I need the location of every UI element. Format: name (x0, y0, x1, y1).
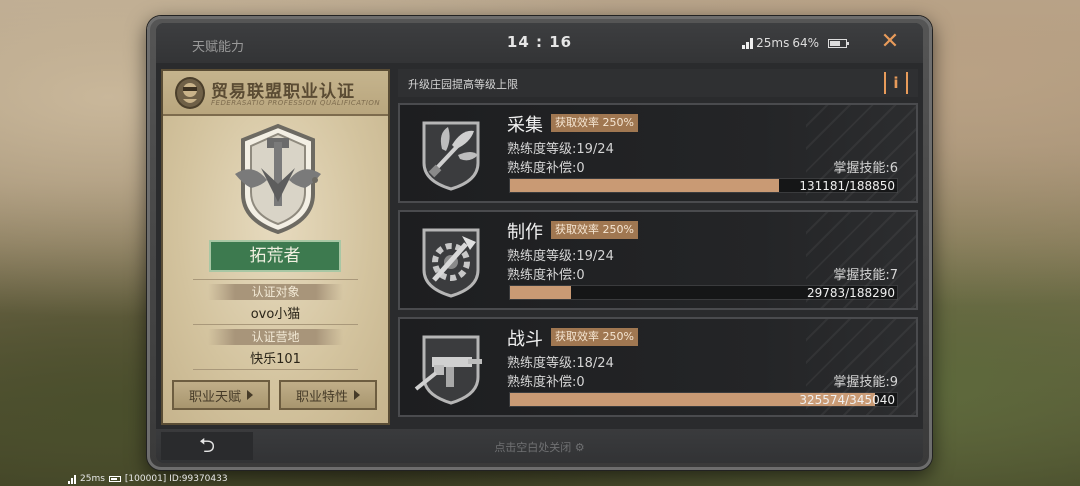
skill-progress-bar: 325574/345040 (509, 392, 898, 407)
divider (193, 369, 358, 370)
skill-card-gathering[interactable]: 采集 获取效率 250% 熟练度等级:19/24 熟练度补偿:0 掌握技能:6 … (398, 103, 918, 203)
battery-level: 64% (792, 36, 819, 50)
skill-level: 熟练度等级:19/24 (507, 249, 614, 264)
signal-icon (68, 474, 76, 484)
skill-progress-fill (510, 393, 876, 406)
skill-progress-fill (510, 286, 572, 299)
trait-button[interactable]: 职业特性 (279, 380, 377, 410)
skill-progress-text: 131181/188850 (799, 179, 895, 193)
system-network: 25ms (80, 474, 105, 484)
skill-progress-text: 29783/188290 (806, 286, 895, 300)
skill-level: 熟练度等级:18/24 (507, 356, 614, 371)
certificate-panel: 贸易联盟职业认证 FEDERASATIO PROFESSION QUALIFIC… (161, 69, 390, 425)
rank-title: 拓荒者 (209, 240, 341, 272)
skill-name: 制作 (507, 222, 543, 243)
skill-compensation: 熟练度补偿:0 (507, 161, 585, 176)
skill-card-combat[interactable]: 战斗 获取效率 250% 熟练度等级:18/24 熟练度补偿:0 掌握技能:9 … (398, 317, 918, 417)
certificate-header: 贸易联盟职业认证 FEDERASATIO PROFESSION QUALIFIC… (163, 71, 388, 116)
skill-mastery: 掌握技能:7 (833, 268, 898, 283)
device-frame: 天赋能力 14 : 16 25ms 64% ✕ 贸易联盟职业认证 FEDERAS… (147, 16, 932, 470)
pioneer-badge-icon (235, 123, 321, 234)
divider (193, 279, 358, 280)
close-hint: 点击空白处关闭 ⚙ (494, 441, 585, 454)
battery-icon (108, 476, 121, 482)
certificate-subtitle: FEDERASATIO PROFESSION QUALIFICATION (211, 99, 381, 107)
system-status-bar: 25ms [100001] ID:99370433 (68, 474, 228, 484)
upgrade-hint: 升级庄园提高等级上限 (408, 78, 518, 91)
combat-icon (414, 335, 482, 405)
divider (193, 324, 358, 325)
bottom-bar: ⮌ 点击空白处关闭 ⚙ (156, 429, 923, 463)
skills-header: 升级庄园提高等级上限 i (398, 69, 918, 97)
efficiency-badge: 获取效率 250% (551, 114, 638, 132)
info-icon[interactable]: i (884, 72, 908, 94)
top-bar: 天赋能力 14 : 16 25ms 64% ✕ (156, 23, 923, 63)
battery-icon (828, 38, 849, 48)
chevron-right-icon (247, 390, 253, 400)
skill-progress-fill (510, 179, 779, 192)
chevron-right-icon (354, 390, 360, 400)
close-icon[interactable]: ✕ (879, 31, 901, 53)
skill-level: 熟练度等级:19/24 (507, 142, 614, 157)
camp-label: 认证营地 (208, 329, 343, 345)
skill-compensation: 熟练度补偿:0 (507, 268, 585, 283)
skill-mastery: 掌握技能:6 (833, 161, 898, 176)
target-label: 认证对象 (208, 284, 343, 300)
crafting-icon (422, 228, 480, 298)
skill-progress-bar: 29783/188290 (509, 285, 898, 300)
signal-icon (742, 37, 754, 49)
certificate-body: 拓荒者 认证对象 ovo小猫 认证营地 快乐101 (163, 116, 388, 423)
talent-screen: 天赋能力 14 : 16 25ms 64% ✕ 贸易联盟职业认证 FEDERAS… (156, 23, 923, 463)
skill-compensation: 熟练度补偿:0 (507, 375, 585, 390)
efficiency-badge: 获取效率 250% (551, 328, 638, 346)
skill-progress-bar: 131181/188850 (509, 178, 898, 193)
efficiency-badge: 获取效率 250% (551, 221, 638, 239)
talent-button[interactable]: 职业天赋 (172, 380, 270, 410)
camp-value: 快乐101 (250, 352, 301, 367)
skill-name: 采集 (507, 115, 543, 136)
network-latency: 25ms (756, 36, 790, 50)
trait-button-label: 职业特性 (295, 389, 348, 405)
skill-name: 战斗 (507, 329, 543, 350)
skill-card-crafting[interactable]: 制作 获取效率 250% 熟练度等级:19/24 熟练度补偿:0 掌握技能:7 … (398, 210, 918, 310)
gathering-icon (422, 121, 480, 191)
system-info: [100001] ID:99370433 (124, 474, 228, 484)
alliance-emblem-icon (175, 77, 205, 109)
status-indicators: 25ms 64% (742, 36, 849, 50)
skill-mastery: 掌握技能:9 (833, 375, 898, 390)
target-value: ovo小猫 (250, 307, 301, 322)
talent-button-label: 职业天赋 (188, 389, 241, 405)
skill-progress-text: 325574/345040 (799, 393, 895, 407)
